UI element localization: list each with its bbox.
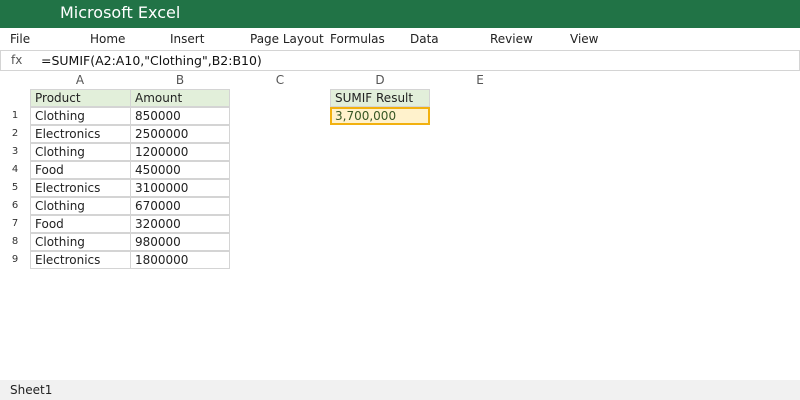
formula-input[interactable]: =SUMIF(A2:A10,"Clothing",B2:B10) — [41, 52, 262, 69]
status-bar: Sheet1 — [0, 380, 800, 400]
cell-product[interactable]: Electronics — [30, 179, 131, 197]
col-header-b[interactable]: B — [130, 71, 230, 89]
cell-amount[interactable]: 3100000 — [130, 179, 230, 197]
menu-file[interactable]: File — [10, 31, 30, 47]
row-header-9[interactable]: 9 — [0, 251, 30, 269]
cell-amount[interactable]: 450000 — [130, 161, 230, 179]
menu-formulas[interactable]: Formulas — [330, 31, 385, 47]
menu-bar: File Home Insert Page Layout Formulas Da… — [0, 28, 800, 50]
cell-product[interactable]: Food — [30, 161, 131, 179]
menu-review[interactable]: Review — [490, 31, 533, 47]
cell-product[interactable]: Clothing — [30, 143, 131, 161]
cell-product[interactable]: Food — [30, 215, 131, 233]
cell-amount[interactable]: 980000 — [130, 233, 230, 251]
col-header-a[interactable]: A — [30, 71, 130, 89]
sheet-tab[interactable]: Sheet1 — [10, 382, 52, 398]
title-bar: Microsoft Excel — [0, 0, 800, 28]
cell-amount[interactable]: 670000 — [130, 197, 230, 215]
col-header-e[interactable]: E — [430, 71, 530, 89]
menu-page-layout[interactable]: Page Layout — [250, 31, 324, 47]
cell-amount[interactable]: 2500000 — [130, 125, 230, 143]
row-header-6[interactable]: 6 — [0, 197, 30, 215]
col-header-c[interactable]: C — [230, 71, 330, 89]
row-header-2[interactable]: 2 — [0, 125, 30, 143]
row-header-4[interactable]: 4 — [0, 161, 30, 179]
col-header-d[interactable]: D — [330, 71, 430, 89]
cell-amount[interactable]: 320000 — [130, 215, 230, 233]
row-header-3[interactable]: 3 — [0, 143, 30, 161]
app-title: Microsoft Excel — [60, 3, 181, 22]
header-amount[interactable]: Amount — [130, 89, 230, 107]
menu-view[interactable]: View — [570, 31, 598, 47]
cell-product[interactable]: Clothing — [30, 107, 131, 125]
row-header-7[interactable]: 7 — [0, 215, 30, 233]
fx-label: fx — [11, 53, 23, 67]
cell-product[interactable]: Clothing — [30, 197, 131, 215]
cell-product[interactable]: Electronics — [30, 125, 131, 143]
menu-insert[interactable]: Insert — [170, 31, 204, 47]
header-product[interactable]: Product — [30, 89, 131, 107]
menu-data[interactable]: Data — [410, 31, 439, 47]
menu-home[interactable]: Home — [90, 31, 125, 47]
cell-product[interactable]: Clothing — [30, 233, 131, 251]
row-header-5[interactable]: 5 — [0, 179, 30, 197]
cell-amount[interactable]: 850000 — [130, 107, 230, 125]
cell-product[interactable]: Electronics — [30, 251, 131, 269]
row-header-1[interactable]: 1 — [0, 107, 30, 125]
spreadsheet-grid: A B C D E Product Amount SUMIF Result 1 … — [0, 71, 800, 380]
formula-bar: fx =SUMIF(A2:A10,"Clothing",B2:B10) — [0, 50, 800, 71]
sumif-result-cell[interactable]: 3,700,000 — [330, 107, 430, 125]
header-sumif-result[interactable]: SUMIF Result — [330, 89, 430, 107]
cell-amount[interactable]: 1200000 — [130, 143, 230, 161]
cell-amount[interactable]: 1800000 — [130, 251, 230, 269]
row-header-8[interactable]: 8 — [0, 233, 30, 251]
